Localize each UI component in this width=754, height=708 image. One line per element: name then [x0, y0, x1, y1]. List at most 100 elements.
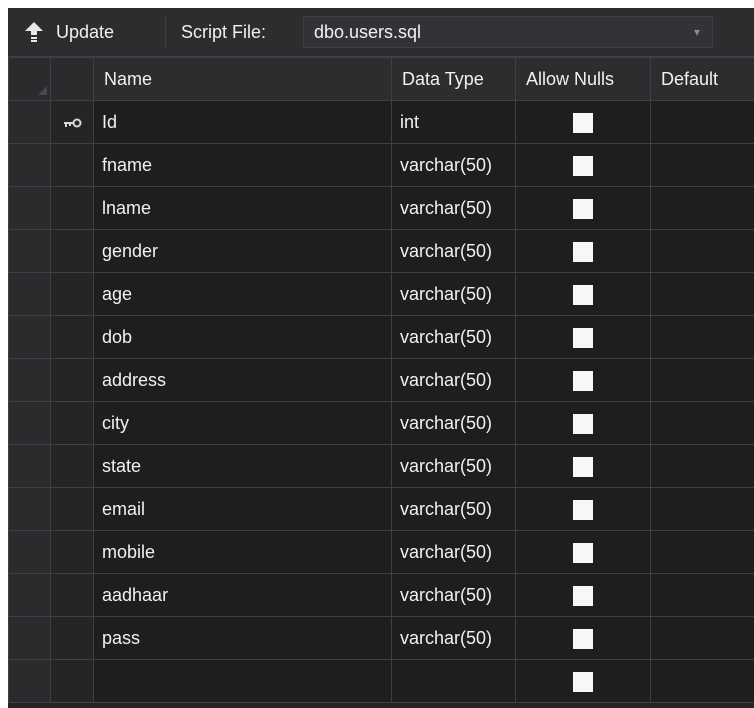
allow-nulls-checkbox[interactable] [573, 585, 593, 606]
data-type-cell[interactable]: varchar(50) [391, 616, 516, 660]
row-selector[interactable] [8, 487, 51, 531]
row-selector[interactable] [8, 573, 51, 617]
allow-nulls-checkbox[interactable] [573, 198, 593, 219]
allow-nulls-checkbox[interactable] [573, 542, 593, 563]
row-selector[interactable] [8, 100, 51, 144]
allow-nulls-checkbox[interactable] [573, 327, 593, 348]
column-name-cell[interactable]: city [93, 401, 392, 445]
allow-nulls-checkbox[interactable] [573, 155, 593, 176]
data-type-cell[interactable]: varchar(50) [391, 358, 516, 402]
row-selector[interactable] [8, 143, 51, 187]
column-name-cell[interactable]: gender [93, 229, 392, 273]
data-type-cell[interactable] [391, 659, 516, 703]
column-name-cell[interactable]: dob [93, 315, 392, 359]
allow-nulls-checkbox[interactable] [573, 112, 593, 133]
allow-nulls-cell [515, 358, 651, 402]
allow-nulls-checkbox[interactable] [573, 499, 593, 520]
data-type-cell[interactable]: varchar(50) [391, 401, 516, 445]
default-cell[interactable] [650, 444, 754, 488]
data-type-cell[interactable]: varchar(50) [391, 487, 516, 531]
allow-nulls-cell [515, 530, 651, 574]
default-cell[interactable] [650, 573, 754, 617]
default-cell[interactable] [650, 100, 754, 144]
row-selector[interactable] [8, 358, 51, 402]
key-cell [50, 272, 94, 316]
table-row[interactable]: fname varchar(50) [8, 143, 754, 187]
default-cell[interactable] [650, 401, 754, 445]
table-row[interactable]: pass varchar(50) [8, 616, 754, 660]
allow-nulls-cell [515, 100, 651, 144]
table-row[interactable] [8, 659, 754, 703]
allow-nulls-checkbox[interactable] [573, 628, 593, 649]
row-selector[interactable] [8, 315, 51, 359]
column-name-cell[interactable]: state [93, 444, 392, 488]
name-column-header[interactable]: Name [93, 57, 392, 101]
column-name-cell[interactable]: Id [93, 100, 392, 144]
data-type-cell[interactable]: varchar(50) [391, 530, 516, 574]
allow-nulls-checkbox[interactable] [573, 413, 593, 434]
table-row[interactable]: email varchar(50) [8, 487, 754, 531]
data-type-cell[interactable]: varchar(50) [391, 143, 516, 187]
data-type-cell[interactable]: varchar(50) [391, 444, 516, 488]
default-cell[interactable] [650, 616, 754, 660]
default-cell[interactable] [650, 315, 754, 359]
column-name-cell[interactable]: mobile [93, 530, 392, 574]
table-row[interactable]: mobile varchar(50) [8, 530, 754, 574]
allow-nulls-checkbox[interactable] [573, 241, 593, 262]
default-cell[interactable] [650, 143, 754, 187]
default-cell[interactable] [650, 487, 754, 531]
update-label: Update [56, 21, 115, 42]
table-row[interactable]: aadhaar varchar(50) [8, 573, 754, 617]
data-type-column-header[interactable]: Data Type [391, 57, 516, 101]
table-row[interactable]: city varchar(50) [8, 401, 754, 445]
allow-nulls-cell [515, 401, 651, 445]
row-selector[interactable] [8, 530, 51, 574]
allow-nulls-checkbox[interactable] [573, 284, 593, 305]
row-selector[interactable] [8, 401, 51, 445]
row-selector[interactable] [8, 444, 51, 488]
default-cell[interactable] [650, 530, 754, 574]
table-row[interactable]: dob varchar(50) [8, 315, 754, 359]
key-cell [50, 616, 94, 660]
table-row[interactable]: lname varchar(50) [8, 186, 754, 230]
table-row[interactable]: age varchar(50) [8, 272, 754, 316]
row-selector[interactable] [8, 272, 51, 316]
default-cell[interactable] [650, 229, 754, 273]
column-name-cell[interactable]: email [93, 487, 392, 531]
column-name-cell[interactable]: address [93, 358, 392, 402]
data-type-cell[interactable]: varchar(50) [391, 315, 516, 359]
row-selector[interactable] [8, 186, 51, 230]
script-file-dropdown[interactable]: dbo.users.sql ▾ [303, 16, 713, 48]
toolbar-separator [165, 16, 166, 48]
chevron-down-icon: ▾ [693, 25, 700, 39]
data-type-cell[interactable]: varchar(50) [391, 229, 516, 273]
data-type-cell[interactable]: varchar(50) [391, 186, 516, 230]
update-button[interactable]: Update [24, 18, 114, 46]
table-row[interactable]: Id int [8, 100, 754, 144]
table-row[interactable]: state varchar(50) [8, 444, 754, 488]
column-name-cell[interactable]: age [93, 272, 392, 316]
select-all-corner[interactable] [8, 57, 51, 101]
row-selector[interactable] [8, 229, 51, 273]
data-type-cell[interactable]: varchar(50) [391, 272, 516, 316]
allow-nulls-column-header[interactable]: Allow Nulls [515, 57, 651, 101]
column-name-cell[interactable]: lname [93, 186, 392, 230]
column-name-cell[interactable]: fname [93, 143, 392, 187]
default-cell[interactable] [650, 659, 754, 703]
default-cell[interactable] [650, 358, 754, 402]
default-column-header[interactable]: Default [650, 57, 754, 101]
data-type-cell[interactable]: varchar(50) [391, 573, 516, 617]
default-cell[interactable] [650, 186, 754, 230]
table-row[interactable]: address varchar(50) [8, 358, 754, 402]
data-type-cell[interactable]: int [391, 100, 516, 144]
allow-nulls-checkbox[interactable] [573, 671, 593, 692]
column-name-cell[interactable]: pass [93, 616, 392, 660]
allow-nulls-checkbox[interactable] [573, 456, 593, 477]
default-cell[interactable] [650, 272, 754, 316]
column-name-cell[interactable] [93, 659, 392, 703]
row-selector[interactable] [8, 659, 51, 703]
allow-nulls-checkbox[interactable] [573, 370, 593, 391]
table-row[interactable]: gender varchar(50) [8, 229, 754, 273]
column-name-cell[interactable]: aadhaar [93, 573, 392, 617]
row-selector[interactable] [8, 616, 51, 660]
